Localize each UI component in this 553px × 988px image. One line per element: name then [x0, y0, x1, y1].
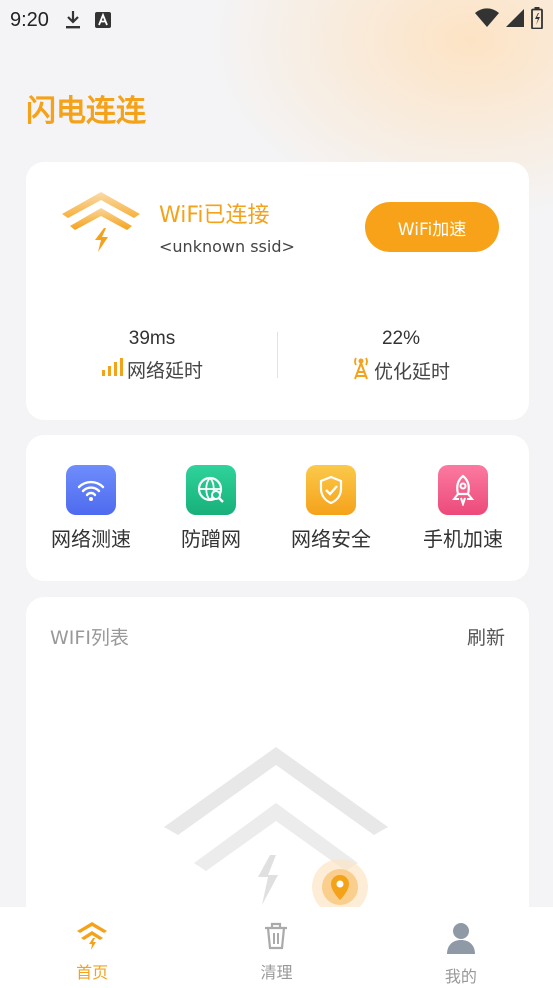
wifi-boost-button[interactable]: WiFi加速: [365, 202, 499, 252]
tab-clean[interactable]: 清理: [184, 907, 368, 988]
tool-phone-boost[interactable]: 手机加速: [403, 465, 523, 552]
refresh-button[interactable]: 刷新: [467, 623, 505, 650]
rocket-icon: [438, 465, 488, 515]
tools-card: 网络测速 防蹭网 网络安全 手机加速: [26, 435, 529, 581]
a-badge-icon: [94, 12, 111, 28]
tab-label: 我的: [444, 967, 477, 986]
tool-network-security[interactable]: 网络安全: [271, 465, 391, 552]
status-bar: 9:20: [0, 0, 553, 40]
tab-home[interactable]: 首页: [0, 907, 184, 988]
ssid-text: <unknown ssid>: [159, 237, 295, 256]
wifi-list-title: WIFI列表: [50, 627, 129, 649]
antenna-tower-icon: [352, 356, 370, 385]
app-title: 闪电连连: [26, 94, 146, 129]
lightning-wifi-logo-icon: [62, 192, 140, 260]
battery-icon: [531, 6, 543, 34]
bottom-tab-bar: 首页 清理 我的: [0, 907, 553, 988]
home-logo-icon: [0, 921, 184, 955]
wifi-icon: [66, 465, 116, 515]
tool-label: 手机加速: [423, 527, 503, 551]
optimize-metric: 22% 优化延时: [291, 328, 511, 385]
connection-state: WiFi已连接: [159, 203, 270, 228]
metric-divider: [277, 332, 278, 378]
wifi-list-card: WIFI列表 刷新: [26, 597, 529, 937]
latency-label: 网络延时: [126, 360, 203, 382]
signal-bars-icon: [101, 358, 123, 381]
shield-check-icon: [306, 465, 356, 515]
status-time: 9:20: [10, 8, 49, 31]
connection-card: WiFi已连接 <unknown ssid> WiFi加速 39ms 网络延时 …: [26, 162, 529, 420]
latency-value: 39ms: [128, 328, 176, 349]
user-icon: [369, 921, 553, 959]
tab-label: 清理: [260, 963, 293, 982]
wifi-signal-icon: [475, 7, 499, 33]
empty-wifi-illustration-icon: [160, 737, 400, 921]
download-icon: [65, 10, 81, 30]
optimize-value: 22%: [381, 328, 421, 349]
tool-label: 网络安全: [291, 527, 371, 551]
tool-label: 网络测速: [51, 527, 131, 551]
tool-anti-leech[interactable]: 防蹭网: [151, 465, 271, 552]
tab-label: 首页: [76, 963, 109, 982]
tab-mine[interactable]: 我的: [369, 907, 553, 988]
tool-speed-test[interactable]: 网络测速: [31, 465, 151, 552]
cell-signal-icon: [505, 8, 525, 33]
globe-search-icon: [186, 465, 236, 515]
latency-metric: 39ms 网络延时: [42, 328, 262, 383]
optimize-label: 优化延时: [373, 361, 450, 383]
tool-label: 防蹭网: [181, 527, 241, 551]
trash-icon: [184, 921, 368, 955]
